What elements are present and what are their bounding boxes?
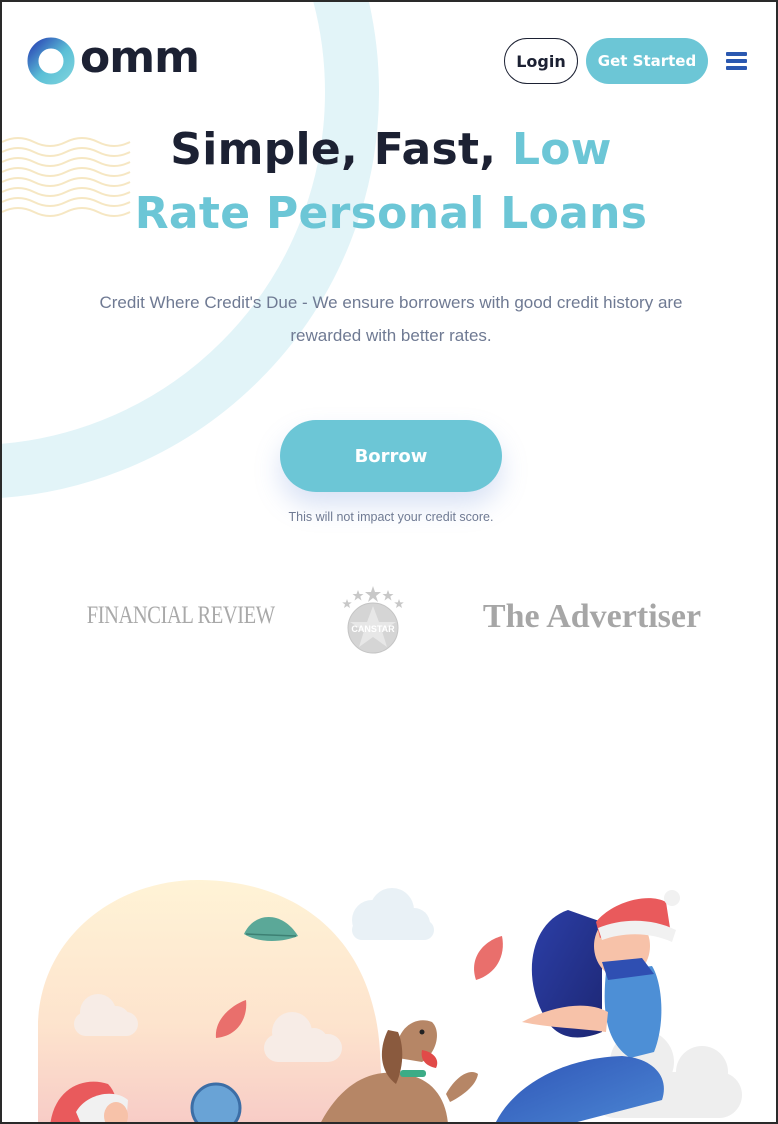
borrow-button[interactable]: Borrow <box>280 420 502 492</box>
canstar-logo-text: CANSTAR <box>351 624 395 634</box>
hero-title-line-1: Simple, Fast, Low <box>62 118 720 182</box>
financial-review-logo: FINANCIAL REVIEW <box>86 602 275 629</box>
login-button[interactable]: Login <box>504 38 578 84</box>
hero-title-line-2: Rate Personal Loans <box>62 182 720 246</box>
ring-logo-icon <box>27 37 75 85</box>
the-advertiser-logo: The Advertiser <box>482 598 702 635</box>
hero-title-dark: Simple, Fast, <box>170 124 497 175</box>
hero-subtitle: Credit Where Credit's Due - We ensure bo… <box>99 293 683 345</box>
canstar-logo: CANSTAR <box>342 586 404 654</box>
hero-title-accent-line-2: Rate Personal Loans <box>134 188 648 239</box>
brand-name: omm <box>80 32 200 83</box>
credit-score-note: This will not impact your credit score. <box>288 510 494 524</box>
cloud-icon <box>352 888 434 940</box>
brand-logo[interactable]: omm <box>26 32 200 86</box>
hero-illustration <box>38 879 742 1122</box>
hamburger-menu-icon[interactable] <box>726 52 748 70</box>
get-started-button[interactable]: Get Started <box>586 38 708 84</box>
hero-title-accent: Low <box>511 124 612 175</box>
page: omm Login Get Started Simple, Fast, Low … <box>2 2 776 1122</box>
